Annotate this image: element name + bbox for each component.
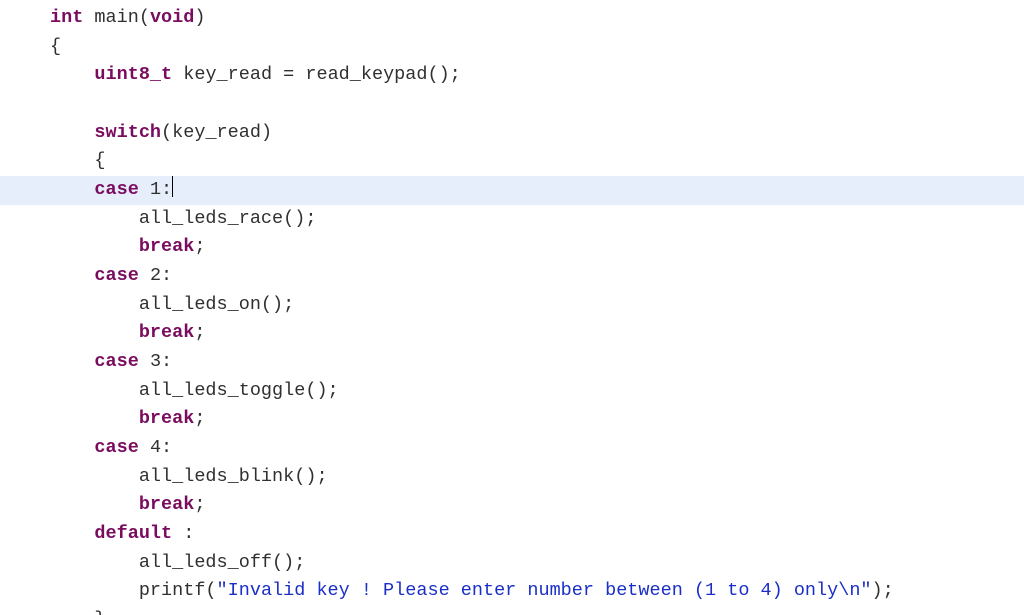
code-line: break; [50, 491, 1024, 520]
token: all_leds_off(); [50, 552, 305, 573]
code-line: int main(void) [50, 4, 1024, 33]
code-line: all_leds_blink(); [50, 463, 1024, 492]
token: all_leds_toggle(); [50, 380, 339, 401]
brace-close: } [50, 609, 106, 615]
code-line-current: case 1: [0, 176, 1024, 205]
code-line: break; [50, 233, 1024, 262]
keyword-break: break [139, 322, 195, 343]
indent [50, 322, 139, 343]
keyword-int: int [50, 7, 83, 28]
indent [50, 408, 139, 429]
code-line: { [50, 147, 1024, 176]
code-line: break; [50, 319, 1024, 348]
code-line: break; [50, 405, 1024, 434]
token: all_leds_on(); [50, 294, 294, 315]
code-line-blank [50, 90, 1024, 119]
keyword-break: break [139, 408, 195, 429]
indent [50, 122, 94, 143]
keyword-case: case [94, 351, 138, 372]
keyword-case: case [94, 437, 138, 458]
code-line: uint8_t key_read = read_keypad(); [50, 61, 1024, 90]
token: ) [194, 7, 205, 28]
code-line: } [50, 606, 1024, 615]
token: printf( [50, 580, 217, 601]
token: main( [83, 7, 150, 28]
token: ; [194, 408, 205, 429]
token: 3: [139, 351, 172, 372]
code-editor[interactable]: int main(void) { uint8_t key_read = read… [0, 0, 1024, 615]
keyword-case: case [94, 179, 138, 200]
keyword-break: break [139, 494, 195, 515]
indent [50, 265, 94, 286]
token: 2: [139, 265, 172, 286]
token: ); [872, 580, 894, 601]
code-line: case 4: [50, 434, 1024, 463]
brace-open: { [50, 36, 61, 57]
code-line: { [50, 33, 1024, 62]
code-line: case 3: [50, 348, 1024, 377]
code-line: all_leds_race(); [50, 205, 1024, 234]
keyword-default: default [94, 523, 172, 544]
text-cursor [172, 176, 173, 197]
token: all_leds_race(); [50, 208, 316, 229]
indent [50, 437, 94, 458]
token: ; [194, 236, 205, 257]
token: key_read = read_keypad(); [172, 64, 461, 85]
token: (key_read) [161, 122, 272, 143]
keyword-void: void [150, 7, 194, 28]
code-line: all_leds_toggle(); [50, 377, 1024, 406]
indent [50, 179, 94, 200]
indent [50, 64, 94, 85]
token: 4: [139, 437, 172, 458]
token: ; [194, 322, 205, 343]
code-line: all_leds_on(); [50, 291, 1024, 320]
string-literal: "Invalid key ! Please enter number betwe… [217, 580, 872, 601]
code-line: all_leds_off(); [50, 549, 1024, 578]
indent [50, 494, 139, 515]
indent [50, 351, 94, 372]
keyword-switch: switch [94, 122, 161, 143]
keyword-break: break [139, 236, 195, 257]
token: ; [194, 494, 205, 515]
code-line: switch(key_read) [50, 119, 1024, 148]
code-line: printf("Invalid key ! Please enter numbe… [50, 577, 1024, 606]
token: 1: [139, 179, 172, 200]
indent [50, 236, 139, 257]
type-uint8_t: uint8_t [94, 64, 172, 85]
indent [50, 523, 94, 544]
keyword-case: case [94, 265, 138, 286]
code-line: case 2: [50, 262, 1024, 291]
token: all_leds_blink(); [50, 466, 328, 487]
brace-open: { [50, 150, 106, 171]
code-line: default : [50, 520, 1024, 549]
token: : [172, 523, 194, 544]
